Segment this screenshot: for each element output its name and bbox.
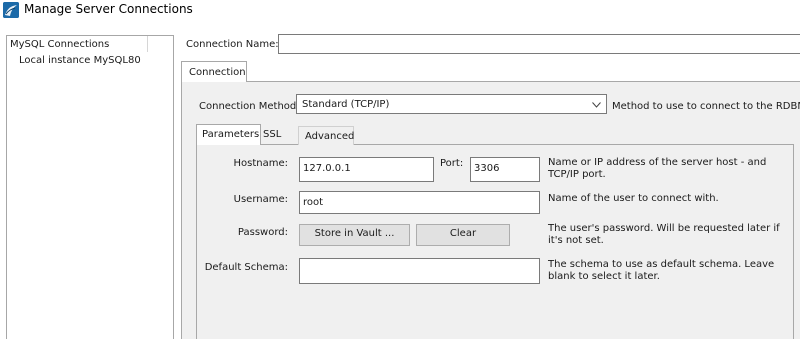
store-in-vault-label: Store in Vault ...	[314, 228, 395, 239]
clear-password-button[interactable]: Clear	[416, 224, 510, 246]
port-input[interactable]: 3306	[470, 157, 540, 182]
tab-advanced[interactable]: Advanced	[298, 126, 354, 145]
connection-method-select[interactable]: Standard (TCP/IP)	[296, 94, 607, 114]
username-help: Name of the user to connect with.	[548, 193, 719, 204]
password-label: Password:	[237, 227, 288, 238]
mysql-workbench-icon	[3, 2, 19, 18]
hostname-input[interactable]: 127.0.0.1	[299, 157, 434, 182]
connection-name-label: Connection Name:	[186, 39, 279, 50]
username-value: root	[303, 197, 324, 208]
tab-connection[interactable]: Connection	[181, 61, 247, 82]
password-help: The user's password. Will be requested l…	[548, 223, 780, 246]
connection-method-label: Connection Method:	[199, 101, 300, 112]
chevron-down-icon	[592, 100, 601, 111]
username-label: Username:	[233, 194, 288, 205]
tree-item-local-instance[interactable]: Local instance MySQL80	[19, 54, 141, 67]
tab-parameters-label: Parameters	[202, 129, 260, 140]
connection-name-input[interactable]	[278, 34, 800, 54]
connection-method-help: Method to use to connect to the RDBMS	[612, 101, 800, 112]
hostname-help: Name or IP address of the server host - …	[548, 157, 767, 180]
default-schema-label: Default Schema:	[204, 262, 288, 273]
username-input[interactable]: root	[299, 191, 540, 214]
store-in-vault-button[interactable]: Store in Vault ...	[299, 224, 410, 246]
tab-connection-label: Connection	[189, 67, 246, 78]
port-value: 3306	[474, 163, 500, 174]
connection-method-value: Standard (TCP/IP)	[302, 99, 390, 110]
port-label: Port:	[440, 158, 464, 169]
tab-advanced-label: Advanced	[305, 131, 355, 142]
hostname-value: 127.0.0.1	[303, 163, 351, 174]
column-divider[interactable]	[147, 36, 148, 52]
default-schema-input[interactable]	[299, 258, 540, 284]
connections-tree[interactable]: MySQL Connections Local instance MySQL80	[6, 35, 174, 339]
tab-ssl[interactable]: SSL	[263, 128, 281, 141]
tab-parameters[interactable]: Parameters	[196, 124, 261, 145]
hostname-label: Hostname:	[233, 158, 289, 169]
window-title: Manage Server Connections	[24, 2, 193, 16]
title-bar: Manage Server Connections	[0, 0, 800, 20]
clear-password-label: Clear	[449, 228, 477, 239]
tree-root-mysql-connections[interactable]: MySQL Connections	[10, 38, 109, 51]
default-schema-help: The schema to use as default schema. Lea…	[548, 259, 775, 282]
